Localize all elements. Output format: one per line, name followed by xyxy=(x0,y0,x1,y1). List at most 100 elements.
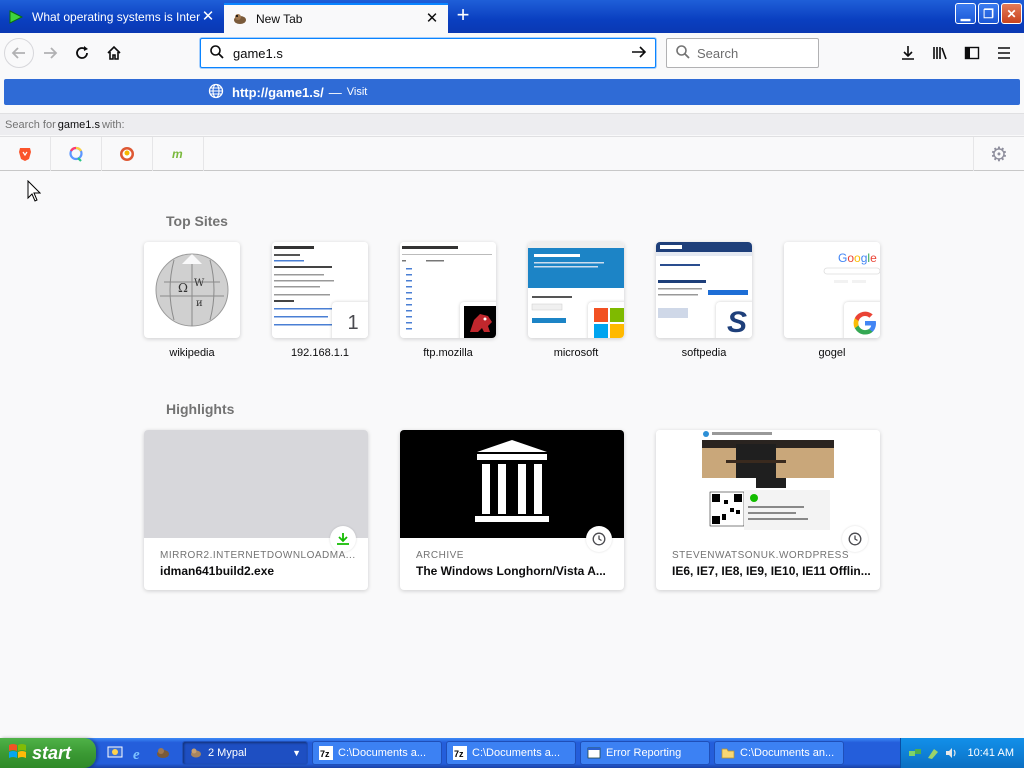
search-input[interactable] xyxy=(697,45,873,61)
forward-button[interactable] xyxy=(34,37,66,69)
download-icon xyxy=(902,46,914,60)
engine-duckduckgo[interactable] xyxy=(102,136,153,171)
top-site-gogel[interactable]: Google gogel xyxy=(784,242,880,359)
green-play-icon xyxy=(8,9,24,25)
tab-strip: What operating systems is Interne ✕ New … xyxy=(0,0,1024,33)
search-icon xyxy=(209,44,225,63)
svg-text:7z: 7z xyxy=(320,749,330,759)
highlight-title: IE6, IE7, IE8, IE9, IE10, IE11 Offlin... xyxy=(672,564,871,578)
back-arrow-icon xyxy=(11,47,25,59)
top-site-thumbnail: Ω W и xyxy=(144,242,240,338)
start-label: start xyxy=(32,742,72,763)
taskbar-button-mypal[interactable]: 2 Mypal ▼ xyxy=(182,741,308,765)
top-site-ftp-mozilla[interactable]: ftp.mozilla xyxy=(400,242,496,359)
internet-explorer-icon[interactable]: e xyxy=(130,744,148,762)
internet-archive-logo-icon xyxy=(475,440,549,522)
sidebar-button[interactable] xyxy=(956,37,988,69)
svg-text:7z: 7z xyxy=(454,749,464,759)
new-tab-button[interactable]: + xyxy=(448,0,478,33)
mouse-cursor-icon xyxy=(27,179,42,205)
top-site-label: gogel xyxy=(818,347,846,359)
download-icon xyxy=(337,533,349,545)
tab-what-operating-systems[interactable]: What operating systems is Interne ✕ xyxy=(0,0,224,33)
hamburger-menu-icon xyxy=(998,47,1010,59)
url-bar[interactable] xyxy=(200,38,656,68)
menu-button[interactable] xyxy=(988,37,1020,69)
taskbar-button-error-reporting[interactable]: Error Reporting xyxy=(580,741,710,765)
top-site-softpedia[interactable]: S softpedia xyxy=(656,242,752,359)
go-arrow-icon[interactable] xyxy=(631,44,647,63)
mypal-quicklaunch-icon[interactable] xyxy=(154,744,172,762)
safely-remove-hardware-icon[interactable] xyxy=(926,746,940,760)
svg-text:Ω: Ω xyxy=(178,281,188,295)
volume-icon[interactable] xyxy=(944,746,958,760)
top-site-label: microsoft xyxy=(553,347,599,359)
7zip-icon: 7z xyxy=(453,746,467,760)
duckduckgo-icon xyxy=(120,146,134,161)
highlight-card-wordpress[interactable]: STEVENWATSONUK.WORDPRESS IE6, IE7, IE8, … xyxy=(656,430,880,590)
window-controls: ▁ ❐ ✕ xyxy=(955,3,1022,24)
navigation-toolbar xyxy=(0,33,1024,73)
svg-text:Google: Google xyxy=(838,251,877,265)
top-site-thumbnail: S xyxy=(656,242,752,338)
highlight-title: The Windows Longhorn/Vista A... xyxy=(416,564,606,578)
reload-button[interactable] xyxy=(66,37,98,69)
top-site-label: softpedia xyxy=(681,347,727,359)
google-logo-badge xyxy=(844,302,880,338)
quick-launch: e xyxy=(96,744,182,762)
top-site-router[interactable]: 1 192.168.1.1 xyxy=(272,242,368,359)
google-g-icon xyxy=(853,311,876,335)
close-icon[interactable]: ✕ xyxy=(424,11,440,27)
back-button[interactable] xyxy=(4,38,34,68)
restore-button[interactable]: ❐ xyxy=(978,3,999,24)
tab-new-tab[interactable]: New Tab ✕ xyxy=(224,3,448,33)
engine-qwant[interactable] xyxy=(51,136,102,171)
search-with-suffix: with: xyxy=(101,118,125,131)
downloads-button[interactable] xyxy=(892,37,924,69)
search-with-query: game1.s xyxy=(57,118,100,131)
top-site-letter-badge: 1 xyxy=(332,302,368,338)
download-badge xyxy=(330,526,356,552)
engine-brave[interactable] xyxy=(0,136,51,171)
taskbar-button-folder[interactable]: C:\Documents an... xyxy=(714,741,844,765)
search-with-prefix: Search for xyxy=(5,118,56,131)
reload-icon xyxy=(76,46,88,59)
mypal-icon xyxy=(191,748,201,758)
clock[interactable]: 10:41 AM xyxy=(968,747,1014,759)
top-site-label: ftp.mozilla xyxy=(423,347,473,359)
minimize-button[interactable]: ▁ xyxy=(955,3,976,24)
library-button[interactable] xyxy=(924,37,956,69)
new-tab-page: Top Sites Ω W и wikipedia 1 192.168.1.1 … xyxy=(0,171,1024,738)
top-site-wikipedia[interactable]: Ω W и wikipedia xyxy=(144,242,240,359)
home-button[interactable] xyxy=(98,37,130,69)
network-icon[interactable] xyxy=(908,746,922,760)
start-button[interactable]: start xyxy=(0,738,96,768)
url-input[interactable] xyxy=(233,45,631,61)
gear-icon: ⚙ xyxy=(990,143,1008,166)
search-settings-button[interactable]: ⚙ xyxy=(973,137,1024,171)
badge-letter: 1 xyxy=(347,311,359,334)
taskbar-button-7zip-1[interactable]: 7z C:\Documents a... xyxy=(312,741,442,765)
show-desktop-icon[interactable] xyxy=(106,744,124,762)
highlight-host: STEVENWATSONUK.WORDPRESS xyxy=(672,550,850,561)
top-site-thumbnail: Google xyxy=(784,242,880,338)
close-window-button[interactable]: ✕ xyxy=(1001,3,1022,24)
search-bar[interactable] xyxy=(666,38,873,68)
7zip-icon: 7z xyxy=(319,746,333,760)
engine-mojeek[interactable]: m xyxy=(153,136,204,171)
top-site-thumbnail: 1 xyxy=(272,242,368,338)
globe-icon xyxy=(208,83,224,102)
microsoft-logo-badge xyxy=(588,302,624,338)
highlight-card-archive[interactable]: ARCHIVE The Windows Longhorn/Vista A... xyxy=(400,430,624,590)
top-site-microsoft[interactable]: microsoft xyxy=(528,242,624,359)
visit-suggestion[interactable]: http://game1.s/ — Visit xyxy=(4,79,1020,105)
suggestion-action: Visit xyxy=(346,86,368,98)
history-badge xyxy=(842,526,868,552)
tab-title: What operating systems is Interne xyxy=(32,9,200,24)
svg-text:e: e xyxy=(133,747,140,761)
highlights-title: Highlights xyxy=(166,401,235,417)
folder-icon xyxy=(721,748,735,759)
highlight-card-download[interactable]: MIRROR2.INTERNETDOWNLOADMA... idman641bu… xyxy=(144,430,368,590)
close-icon[interactable]: ✕ xyxy=(200,8,216,25)
taskbar-button-7zip-2[interactable]: 7z C:\Documents a... xyxy=(446,741,576,765)
